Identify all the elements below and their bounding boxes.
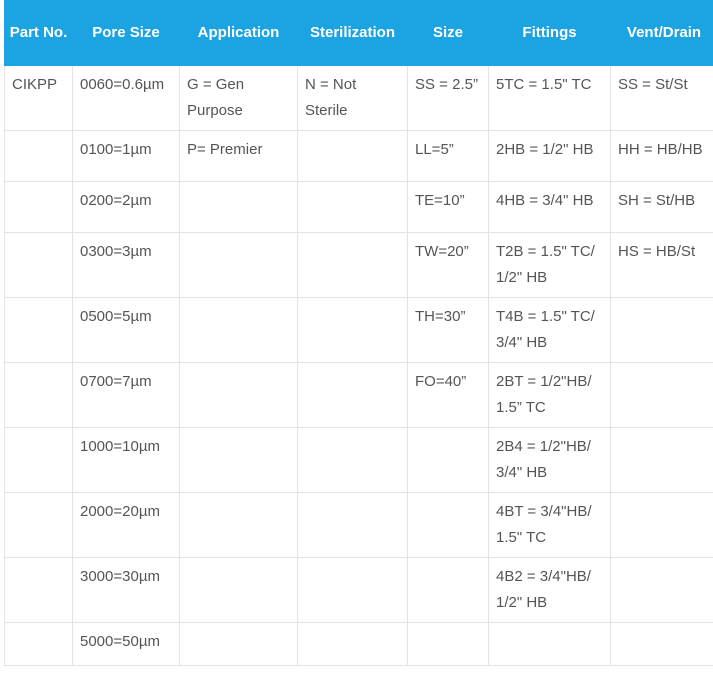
table-row: 0100=1µm P= Premier LL=5” 2HB = 1/2" HB … [4, 130, 713, 182]
header-part-no: Part No. [4, 0, 73, 66]
cell-size: LL=5” [407, 130, 489, 182]
cell-pore-size: 0060=0.6µm [72, 65, 180, 131]
table-row: 0200=2µm TE=10” 4HB = 3/4" HB SH = St/HB [4, 181, 713, 233]
cell-application [179, 181, 298, 233]
table-row: 2000=20µm 4BT = 3/4"HB/ 1.5" TC [4, 492, 713, 558]
cell-application [179, 622, 298, 666]
cell-fittings: T4B = 1.5" TC/ 3/4" HB [488, 297, 611, 363]
cell-pore-size: 0300=3µm [72, 232, 180, 298]
cell-part-no [4, 130, 73, 182]
cell-vent-drain [610, 622, 713, 666]
cell-sterilization [297, 297, 408, 363]
table-row: 3000=30µm 4B2 = 3/4"HB/ 1/2" HB [4, 557, 713, 623]
cell-part-no [4, 492, 73, 558]
cell-part-no [4, 427, 73, 493]
part-number-table: Part No. Pore Size Application Steriliza… [4, 0, 713, 666]
header-fittings: Fittings [488, 0, 611, 66]
cell-part-no [4, 622, 73, 666]
cell-fittings: 4HB = 3/4" HB [488, 181, 611, 233]
cell-vent-drain [610, 492, 713, 558]
table-header-row: Part No. Pore Size Application Steriliza… [4, 0, 713, 66]
cell-pore-size: 2000=20µm [72, 492, 180, 558]
cell-fittings: 5TC = 1.5" TC [488, 65, 611, 131]
table-row: 0300=3µm TW=20” T2B = 1.5" TC/ 1/2" HB H… [4, 232, 713, 298]
cell-size: TH=30” [407, 297, 489, 363]
cell-size [407, 557, 489, 623]
cell-size: TW=20” [407, 232, 489, 298]
table-row: 1000=10µm 2B4 = 1/2"HB/ 3/4" HB [4, 427, 713, 493]
table-row: 0700=7µm FO=40” 2BT = 1/2"HB/ 1.5” TC [4, 362, 713, 428]
cell-pore-size: 0200=2µm [72, 181, 180, 233]
cell-part-no [4, 181, 73, 233]
cell-size: TE=10” [407, 181, 489, 233]
cell-size [407, 492, 489, 558]
header-application: Application [179, 0, 298, 66]
cell-fittings: 2B4 = 1/2"HB/ 3/4" HB [488, 427, 611, 493]
cell-sterilization [297, 557, 408, 623]
cell-pore-size: 5000=50µm [72, 622, 180, 666]
cell-part-no [4, 362, 73, 428]
cell-vent-drain [610, 427, 713, 493]
cell-application [179, 427, 298, 493]
cell-vent-drain [610, 362, 713, 428]
cell-sterilization: N = Not Sterile [297, 65, 408, 131]
cell-vent-drain: HS = HB/St [610, 232, 713, 298]
table-row: 5000=50µm [4, 622, 713, 666]
cell-fittings: 4BT = 3/4"HB/ 1.5" TC [488, 492, 611, 558]
cell-size [407, 427, 489, 493]
cell-pore-size: 0100=1µm [72, 130, 180, 182]
cell-application: P= Premier [179, 130, 298, 182]
cell-application: G = Gen Purpose [179, 65, 298, 131]
cell-application [179, 297, 298, 363]
cell-sterilization [297, 362, 408, 428]
cell-vent-drain [610, 297, 713, 363]
cell-vent-drain [610, 557, 713, 623]
cell-part-no: CIKPP [4, 65, 73, 131]
header-sterilization: Sterilization [297, 0, 408, 66]
cell-application [179, 362, 298, 428]
cell-size: SS = 2.5” [407, 65, 489, 131]
cell-application [179, 557, 298, 623]
header-size: Size [407, 0, 489, 66]
cell-sterilization [297, 622, 408, 666]
cell-fittings: 2BT = 1/2"HB/ 1.5” TC [488, 362, 611, 428]
cell-fittings: 2HB = 1/2" HB [488, 130, 611, 182]
cell-vent-drain: SH = St/HB [610, 181, 713, 233]
header-pore-size: Pore Size [72, 0, 180, 66]
cell-vent-drain: SS = St/St [610, 65, 713, 131]
cell-pore-size: 3000=30µm [72, 557, 180, 623]
cell-sterilization [297, 181, 408, 233]
cell-application [179, 492, 298, 558]
cell-fittings [488, 622, 611, 666]
cell-fittings: T2B = 1.5" TC/ 1/2" HB [488, 232, 611, 298]
cell-sterilization [297, 492, 408, 558]
cell-part-no [4, 557, 73, 623]
cell-part-no [4, 297, 73, 363]
cell-application [179, 232, 298, 298]
cell-vent-drain: HH = HB/HB [610, 130, 713, 182]
cell-pore-size: 1000=10µm [72, 427, 180, 493]
table-row: CIKPP 0060=0.6µm G = Gen Purpose N = Not… [4, 65, 713, 131]
cell-sterilization [297, 130, 408, 182]
cell-size [407, 622, 489, 666]
cell-fittings: 4B2 = 3/4"HB/ 1/2" HB [488, 557, 611, 623]
cell-sterilization [297, 427, 408, 493]
cell-size: FO=40” [407, 362, 489, 428]
cell-pore-size: 0500=5µm [72, 297, 180, 363]
cell-part-no [4, 232, 73, 298]
table-row: 0500=5µm TH=30” T4B = 1.5" TC/ 3/4" HB [4, 297, 713, 363]
cell-pore-size: 0700=7µm [72, 362, 180, 428]
cell-sterilization [297, 232, 408, 298]
header-vent-drain: Vent/Drain [610, 0, 713, 66]
